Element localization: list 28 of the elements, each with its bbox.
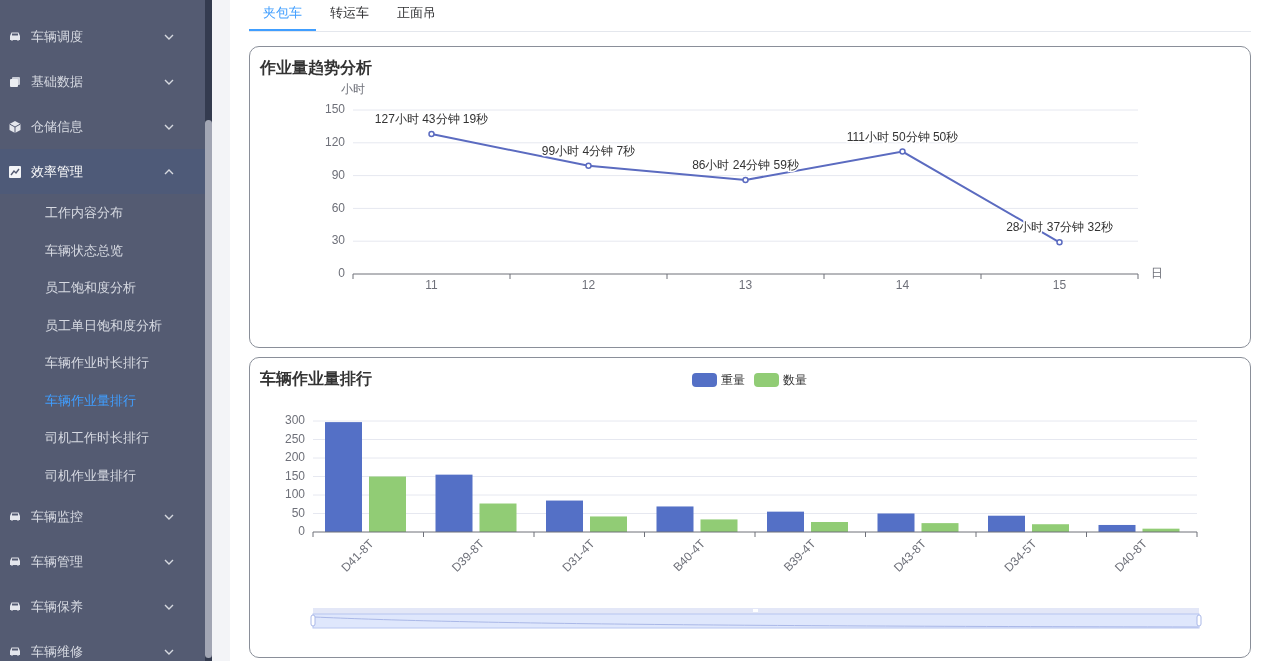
axis-tick-label: 120	[324, 134, 345, 149]
axis-tick-label: 60	[331, 200, 345, 215]
axis-tick-label: 14	[895, 278, 910, 293]
card-title: 作业量趋势分析	[260, 58, 373, 78]
data-label: 111小时 50分钟 50秒	[846, 129, 959, 144]
axis-tick-label: 13	[738, 278, 753, 293]
axis-tick-label: 15	[1052, 278, 1067, 293]
axis-tick-label: 150	[324, 102, 345, 117]
axis-title: 小时	[341, 82, 365, 97]
legend-label: 数量	[783, 372, 807, 389]
legend-label: 重量	[721, 372, 745, 389]
axis-tick-label: 150	[284, 468, 305, 483]
axis-tick-label: 11	[425, 278, 438, 293]
axis-tick-label: 100	[284, 487, 305, 502]
axis-tick-label: 50	[291, 505, 305, 520]
axis-tick-label: 12	[581, 278, 596, 293]
axis-tick-label: 0	[338, 266, 345, 281]
axis-title: 日	[1151, 266, 1163, 281]
axis-tick-label: 30	[331, 233, 345, 248]
axis-tick-label: 250	[284, 431, 305, 446]
axis-tick-label: 200	[284, 450, 305, 465]
data-label: 127小时 43分钟 19秒	[374, 112, 489, 127]
axis-tick-label: 0	[298, 524, 305, 539]
axis-tick-label: 300	[284, 413, 305, 428]
data-label: 86小时 24分钟 59秒	[692, 158, 799, 173]
axis-tick-label: 90	[331, 167, 345, 182]
card-title: 车辆作业量排行	[260, 369, 373, 389]
data-label: 99小时 4分钟 7秒	[541, 143, 636, 158]
